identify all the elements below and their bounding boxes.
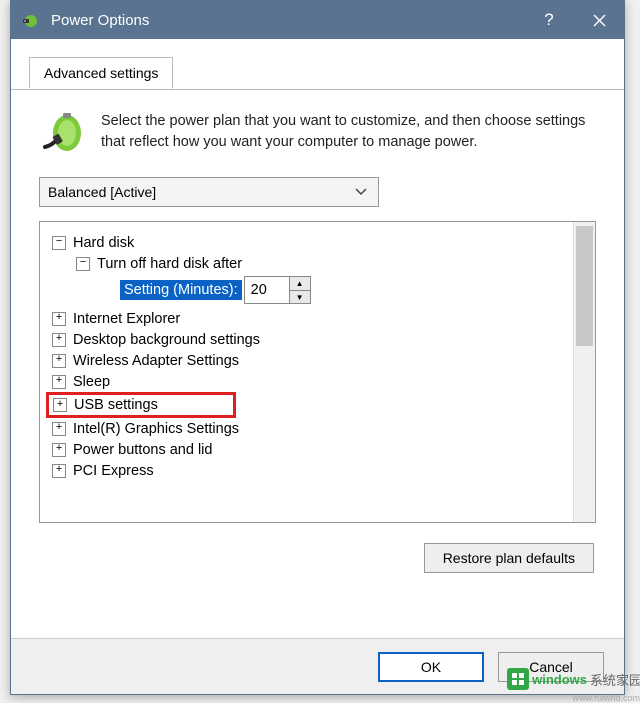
expand-icon[interactable]: +: [52, 354, 66, 368]
tree-node[interactable]: + Internet Explorer: [52, 308, 569, 329]
tree-node[interactable]: −Turn off hard disk after: [76, 253, 569, 274]
tree-node-label: Hard disk: [73, 235, 134, 251]
spin-down-button[interactable]: ▼: [290, 290, 310, 303]
tab-panel: Select the power plan that you want to c…: [11, 89, 624, 583]
restore-defaults-button[interactable]: Restore plan defaults: [424, 543, 594, 573]
ok-button[interactable]: OK: [378, 652, 484, 682]
tree-node[interactable]: + Intel(R) Graphics Settings: [52, 418, 569, 439]
tree-node[interactable]: + USB settings: [46, 392, 236, 418]
help-button[interactable]: ?: [524, 1, 574, 39]
chevron-down-icon: [350, 182, 372, 202]
dialog-footer: OK Cancel: [11, 638, 624, 694]
collapse-icon[interactable]: −: [52, 236, 66, 250]
power-plan-selected: Balanced [Active]: [48, 184, 156, 200]
settings-tree[interactable]: −Hard disk−Turn off hard disk afterSetti…: [40, 222, 573, 522]
cancel-button[interactable]: Cancel: [498, 652, 604, 682]
instruction-text: Select the power plan that you want to c…: [101, 111, 596, 159]
close-icon: [593, 14, 606, 27]
battery-plug-icon: [39, 111, 87, 159]
tree-node[interactable]: + Desktop background settings: [52, 329, 569, 350]
tree-node-label: Desktop background settings: [73, 332, 260, 348]
close-button[interactable]: [574, 1, 624, 39]
setting-spinner[interactable]: 20▲▼: [244, 276, 311, 304]
tree-node-label: Sleep: [73, 374, 110, 390]
scrollbar-vertical[interactable]: [573, 222, 595, 522]
tree-node-label: Wireless Adapter Settings: [73, 353, 239, 369]
header-row: Select the power plan that you want to c…: [39, 111, 596, 159]
tree-node-label: Intel(R) Graphics Settings: [73, 421, 239, 437]
titlebar: Power Options ?: [11, 1, 624, 39]
scroll-thumb[interactable]: [576, 226, 593, 346]
window-title: Power Options: [51, 12, 524, 29]
expand-icon[interactable]: +: [52, 333, 66, 347]
expand-icon[interactable]: +: [52, 443, 66, 457]
power-options-dialog: Power Options ? Advanced settings: [10, 0, 625, 695]
collapse-icon[interactable]: −: [76, 257, 90, 271]
spin-up-button[interactable]: ▲: [290, 277, 310, 290]
tree-node-label: PCI Express: [73, 463, 154, 479]
settings-tree-container: −Hard disk−Turn off hard disk afterSetti…: [39, 221, 596, 523]
tree-node[interactable]: −Hard disk: [52, 232, 569, 253]
content-area: Advanced settings Select the power plan …: [11, 57, 624, 583]
expand-icon[interactable]: +: [53, 398, 67, 412]
power-plan-dropdown[interactable]: Balanced [Active]: [39, 177, 379, 207]
restore-row: Restore plan defaults: [39, 543, 596, 573]
power-icon: [21, 10, 41, 30]
tree-node[interactable]: + Power buttons and lid: [52, 439, 569, 460]
tree-node[interactable]: + Sleep: [52, 371, 569, 392]
tree-node-label: Turn off hard disk after: [97, 256, 242, 272]
setting-value[interactable]: 20: [245, 281, 289, 299]
tab-advanced-settings[interactable]: Advanced settings: [29, 57, 173, 89]
tree-node[interactable]: + PCI Express: [52, 460, 569, 481]
expand-icon[interactable]: +: [52, 464, 66, 478]
setting-label: Setting (Minutes):: [120, 280, 242, 300]
expand-icon[interactable]: +: [52, 375, 66, 389]
tab-underline: [11, 89, 624, 90]
expand-icon[interactable]: +: [52, 422, 66, 436]
tree-node-label: Power buttons and lid: [73, 442, 212, 458]
tree-node-label: USB settings: [74, 397, 158, 413]
setting-row: Setting (Minutes):20▲▼: [120, 276, 569, 304]
tree-node[interactable]: + Wireless Adapter Settings: [52, 350, 569, 371]
tab-strip: Advanced settings: [29, 57, 624, 89]
tree-node-label: Internet Explorer: [73, 311, 180, 327]
expand-icon[interactable]: +: [52, 312, 66, 326]
